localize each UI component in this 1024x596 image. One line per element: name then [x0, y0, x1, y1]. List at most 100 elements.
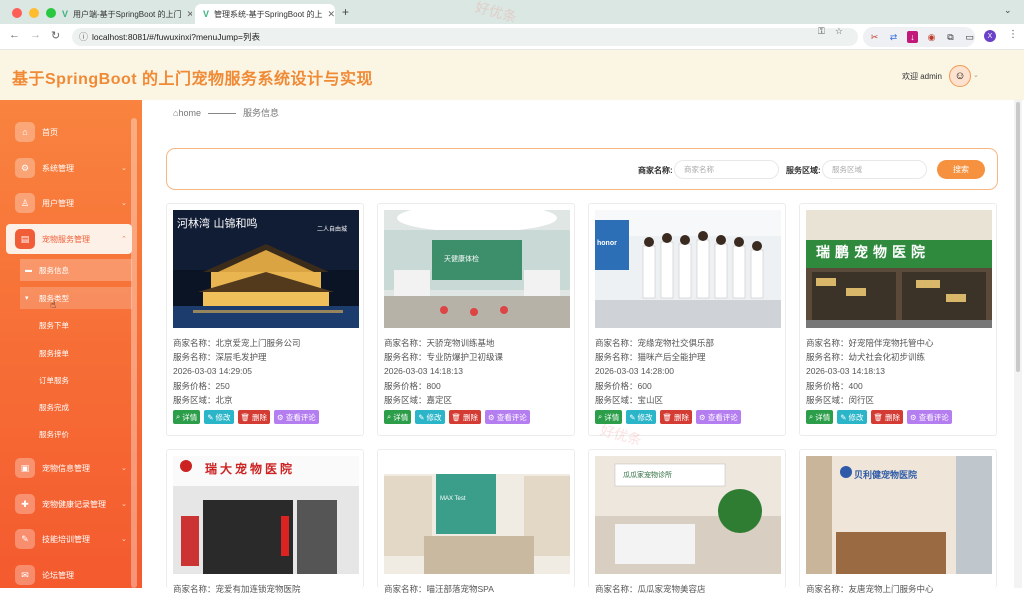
delete-button[interactable]: 🗑 删除 — [237, 410, 271, 424]
caret-icon: ▾ — [25, 295, 29, 302]
minimize-window-button[interactable] — [29, 8, 39, 18]
delete-button[interactable]: 🗑 删除 — [870, 410, 904, 424]
scissors-extension-icon[interactable]: ✂ — [869, 31, 880, 43]
edit-button[interactable]: ✎ 修改 — [837, 410, 867, 424]
tab-search-icon[interactable]: ⌄ — [1004, 5, 1012, 16]
sidebar-item-pet-info[interactable]: ▣ 宠物信息管理 ⌄ — [6, 453, 132, 483]
delete-button[interactable]: 🗑 删除 — [448, 410, 482, 424]
chevron-down-icon: ⌄ — [121, 165, 127, 172]
service-price: 服务价格：250 — [173, 380, 230, 391]
profile-avatar[interactable]: X — [984, 30, 996, 42]
user-avatar[interactable]: ☺ — [949, 65, 971, 87]
gear-icon: ⚙ — [488, 412, 495, 422]
service-time: 2026-03-03 14:18:13 — [384, 366, 463, 377]
submenu-service-complete[interactable]: 服务完成 — [20, 396, 132, 418]
submenu-service-type[interactable]: ▾ 服务类型 — [20, 287, 132, 309]
new-tab-icon[interactable]: + — [342, 5, 349, 19]
search-icon: ⌕ — [809, 412, 814, 421]
trash-icon: 🗑 — [662, 412, 673, 422]
card-info: 商家名称：宠缘宠物社交俱乐部 服务名称：猫咪产后全能护理 2026-03-03 … — [595, 336, 714, 407]
delete-button[interactable]: 🗑 删除 — [659, 410, 693, 424]
image-caption: honor — [597, 240, 617, 247]
edit-button[interactable]: ✎ 修改 — [415, 410, 445, 424]
chevron-down-icon[interactable]: ⌄ — [973, 71, 979, 79]
training-icon: ✎ — [15, 529, 35, 549]
submenu-order-service[interactable]: 订单服务 — [20, 369, 132, 391]
search-icon: ⌕ — [598, 412, 603, 421]
sidebar-item-forum[interactable]: ✉ 论坛管理 — [6, 560, 132, 590]
gear-icon: ⚙ — [277, 412, 284, 422]
service-image[interactable]: 河林湾 山锦和鸣 二人自由城 — [173, 210, 359, 328]
edit-button[interactable]: ✎ 修改 — [204, 410, 234, 424]
sidebar-item-pet-service[interactable]: ▤ 宠物服务管理 ⌃ — [6, 224, 132, 254]
close-window-button[interactable] — [12, 8, 22, 18]
service-card: 天健康体检 商家名称：天骄宠物训练基地 服务名称：专业防爆护卫初级课 2026-… — [377, 203, 575, 436]
key-icon[interactable]: ⚿ — [818, 26, 825, 37]
service-image[interactable]: honor — [595, 210, 781, 328]
service-image[interactable]: MAX Test — [384, 456, 570, 574]
edit-icon: ✎ — [629, 412, 636, 422]
card-info: 商家名称：瓜瓜家宠物美容店 — [595, 582, 706, 596]
detail-button[interactable]: ⌕ 详情 — [595, 410, 623, 424]
submenu-service-info[interactable]: ▬ 服务信息 — [20, 259, 132, 281]
sidebar-item-health[interactable]: ✚ 宠物健康记录管理 ⌄ — [6, 489, 132, 519]
search-icon: ⌕ — [176, 412, 181, 421]
puzzle-extension-icon[interactable]: ⧉ — [945, 31, 956, 43]
reload-icon[interactable]: ↻ — [51, 29, 60, 42]
browser-tab-2[interactable]: V 管理系统-基于SpringBoot 的上 ✕ — [195, 4, 335, 24]
submenu-service-review[interactable]: 服务评价 — [20, 423, 132, 445]
service-image[interactable]: 瑞大宠物医院 — [173, 456, 359, 574]
app-title: 基于SpringBoot 的上门宠物服务系统设计与实现 — [12, 71, 374, 88]
browser-menu-icon[interactable]: ⋮ — [1008, 29, 1018, 40]
download-extension-icon[interactable]: ↓ — [907, 31, 918, 43]
browser-tab-strip: V 用户端-基于SpringBoot 的上门 ✕ V 管理系统-基于Spring… — [0, 0, 1024, 24]
forward-icon[interactable]: → — [30, 29, 41, 41]
detail-button[interactable]: ⌕ 详情 — [173, 410, 201, 424]
sidepanel-icon[interactable]: ▭ — [964, 31, 975, 43]
area-label: 服务区域: — [786, 166, 821, 175]
back-icon[interactable]: ← — [9, 29, 20, 41]
detail-button[interactable]: ⌕ 详情 — [384, 410, 412, 424]
close-tab-icon[interactable]: ✕ — [327, 9, 335, 20]
sidebar-item-home[interactable]: ⌂ 首页 — [6, 117, 132, 147]
service-image[interactable]: 瓜瓜家宠物诊所 — [595, 456, 781, 574]
search-button[interactable]: 搜索 — [937, 160, 985, 179]
edit-button[interactable]: ✎ 修改 — [626, 410, 656, 424]
browser-tab-1[interactable]: V 用户端-基于SpringBoot 的上门 ✕ — [54, 4, 192, 24]
card-info: 商家名称：友唐宠物上门服务中心 — [806, 582, 934, 596]
detail-button[interactable]: ⌕ 详情 — [806, 410, 834, 424]
address-bar-row: ← → ↻ ⓘ localhost:8081/#/fuwuxinxi?menuJ… — [0, 24, 1024, 50]
close-tab-icon[interactable]: ✕ — [186, 9, 192, 20]
view-review-button[interactable]: ⚙ 查看评论 — [274, 410, 319, 424]
bookmark-star-icon[interactable]: ☆ — [835, 26, 843, 37]
service-image[interactable]: 贝利健宠物医院 — [806, 456, 992, 574]
service-image[interactable]: 瑞鹏宠物医院 — [806, 210, 992, 328]
merchant-name: 商家名称：北京爱宠上门服务公司 — [173, 338, 301, 348]
image-caption: 河林湾 山锦和鸣 — [177, 217, 258, 230]
submenu-service-order[interactable]: 服务下单 — [20, 314, 132, 336]
service-image[interactable]: 天健康体检 — [384, 210, 570, 328]
view-review-button[interactable]: ⚙ 查看评论 — [696, 410, 741, 424]
translate-extension-icon[interactable]: ⇄ — [888, 31, 899, 43]
settings-icon: ⚙ — [15, 158, 35, 178]
merchant-name: 商家名称：喵汪部落宠物SPA — [384, 584, 494, 594]
area-search-input[interactable]: 服务区域 — [822, 160, 927, 179]
page-scrollbar-thumb[interactable] — [1016, 102, 1020, 372]
submenu-service-accept[interactable]: 服务接单 — [20, 342, 132, 364]
breadcrumb-home[interactable]: home — [178, 108, 201, 118]
sidebar-item-training[interactable]: ✎ 技能培训管理 ⌄ — [6, 524, 132, 554]
card-info: 商家名称：天骄宠物训练基地 服务名称：专业防爆护卫初级课 2026-03-03 … — [384, 336, 503, 407]
view-review-button[interactable]: ⚙ 查看评论 — [485, 410, 530, 424]
gear-icon: ⚙ — [699, 412, 706, 422]
sidebar-item-system[interactable]: ⚙ 系统管理 ⌄ — [6, 153, 132, 183]
ghost-extension-icon[interactable]: ◉ — [926, 31, 937, 43]
chevron-down-icon: ⌄ — [121, 536, 127, 543]
health-icon: ✚ — [15, 494, 35, 514]
vue-icon: V — [203, 9, 210, 19]
chevron-down-icon: ⌄ — [121, 200, 127, 207]
url-field[interactable]: ⓘ localhost:8081/#/fuwuxinxi?menuJump=列表 — [72, 28, 858, 46]
view-review-button[interactable]: ⚙ 查看评论 — [907, 410, 952, 424]
site-info-icon[interactable]: ⓘ — [79, 30, 88, 43]
sidebar-item-users[interactable]: ♙ 用户管理 ⌄ — [6, 188, 132, 218]
merchant-search-input[interactable]: 商家名称 — [674, 160, 779, 179]
